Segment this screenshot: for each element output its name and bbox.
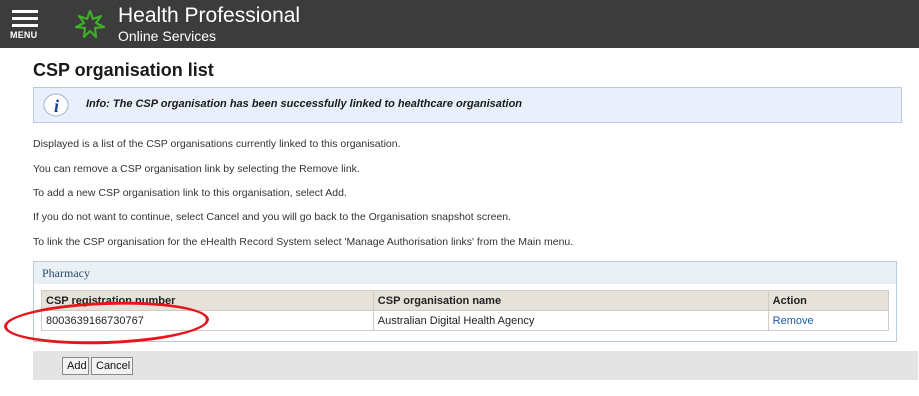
menu-label[interactable]: MENU (10, 30, 40, 40)
brand-subtitle: Online Services (118, 28, 217, 44)
hamburger-icon-bar[interactable] (12, 17, 38, 20)
action-cell: Remove (767, 310, 890, 331)
remove-link[interactable]: Remove (773, 315, 814, 327)
table-row: 8003639166730767 Australian Digital Heal… (41, 310, 890, 331)
registration-number-cell: 8003639166730767 (41, 310, 374, 331)
table-header-row: CSP registration number CSP organisation… (41, 290, 890, 311)
brand-title: Health Professional (118, 4, 301, 27)
organisation-name-cell: Australian Digital Health Agency (372, 310, 769, 331)
svg-text:i: i (54, 96, 59, 116)
instruction-text: To link the CSP organisation for the eHe… (33, 236, 574, 248)
column-header-action: Action (767, 290, 890, 311)
pharmacy-panel: Pharmacy CSP registration number CSP org… (33, 261, 897, 342)
panel-header: Pharmacy (34, 262, 896, 284)
add-button[interactable]: Add (62, 357, 89, 375)
info-message-box: i Info: The CSP organisation has been su… (33, 87, 902, 123)
star-logo-icon (74, 9, 106, 39)
instruction-text: To add a new CSP organisation link to th… (33, 187, 347, 199)
instruction-text: If you do not want to continue, select C… (33, 211, 512, 223)
column-header-organisation-name: CSP organisation name (372, 290, 769, 311)
info-icon: i (43, 93, 69, 117)
top-header-bar: MENU Health Professional Online Services (0, 0, 919, 48)
button-bar: Add Cancel (33, 351, 918, 380)
menu-button[interactable]: MENU (10, 8, 40, 42)
panel-title: Pharmacy (42, 266, 90, 280)
csp-organisation-table: CSP registration number CSP organisation… (41, 290, 890, 331)
hamburger-icon-bar[interactable] (12, 24, 38, 27)
info-message: Info: The CSP organisation has been succ… (86, 98, 523, 110)
cancel-button[interactable]: Cancel (91, 357, 133, 375)
page-title: CSP organisation list (33, 60, 214, 80)
hamburger-icon[interactable] (12, 10, 38, 13)
instruction-text: Displayed is a list of the CSP organisat… (33, 138, 401, 150)
instruction-text: You can remove a CSP organisation link b… (33, 163, 360, 175)
column-header-registration-number: CSP registration number (41, 290, 374, 311)
